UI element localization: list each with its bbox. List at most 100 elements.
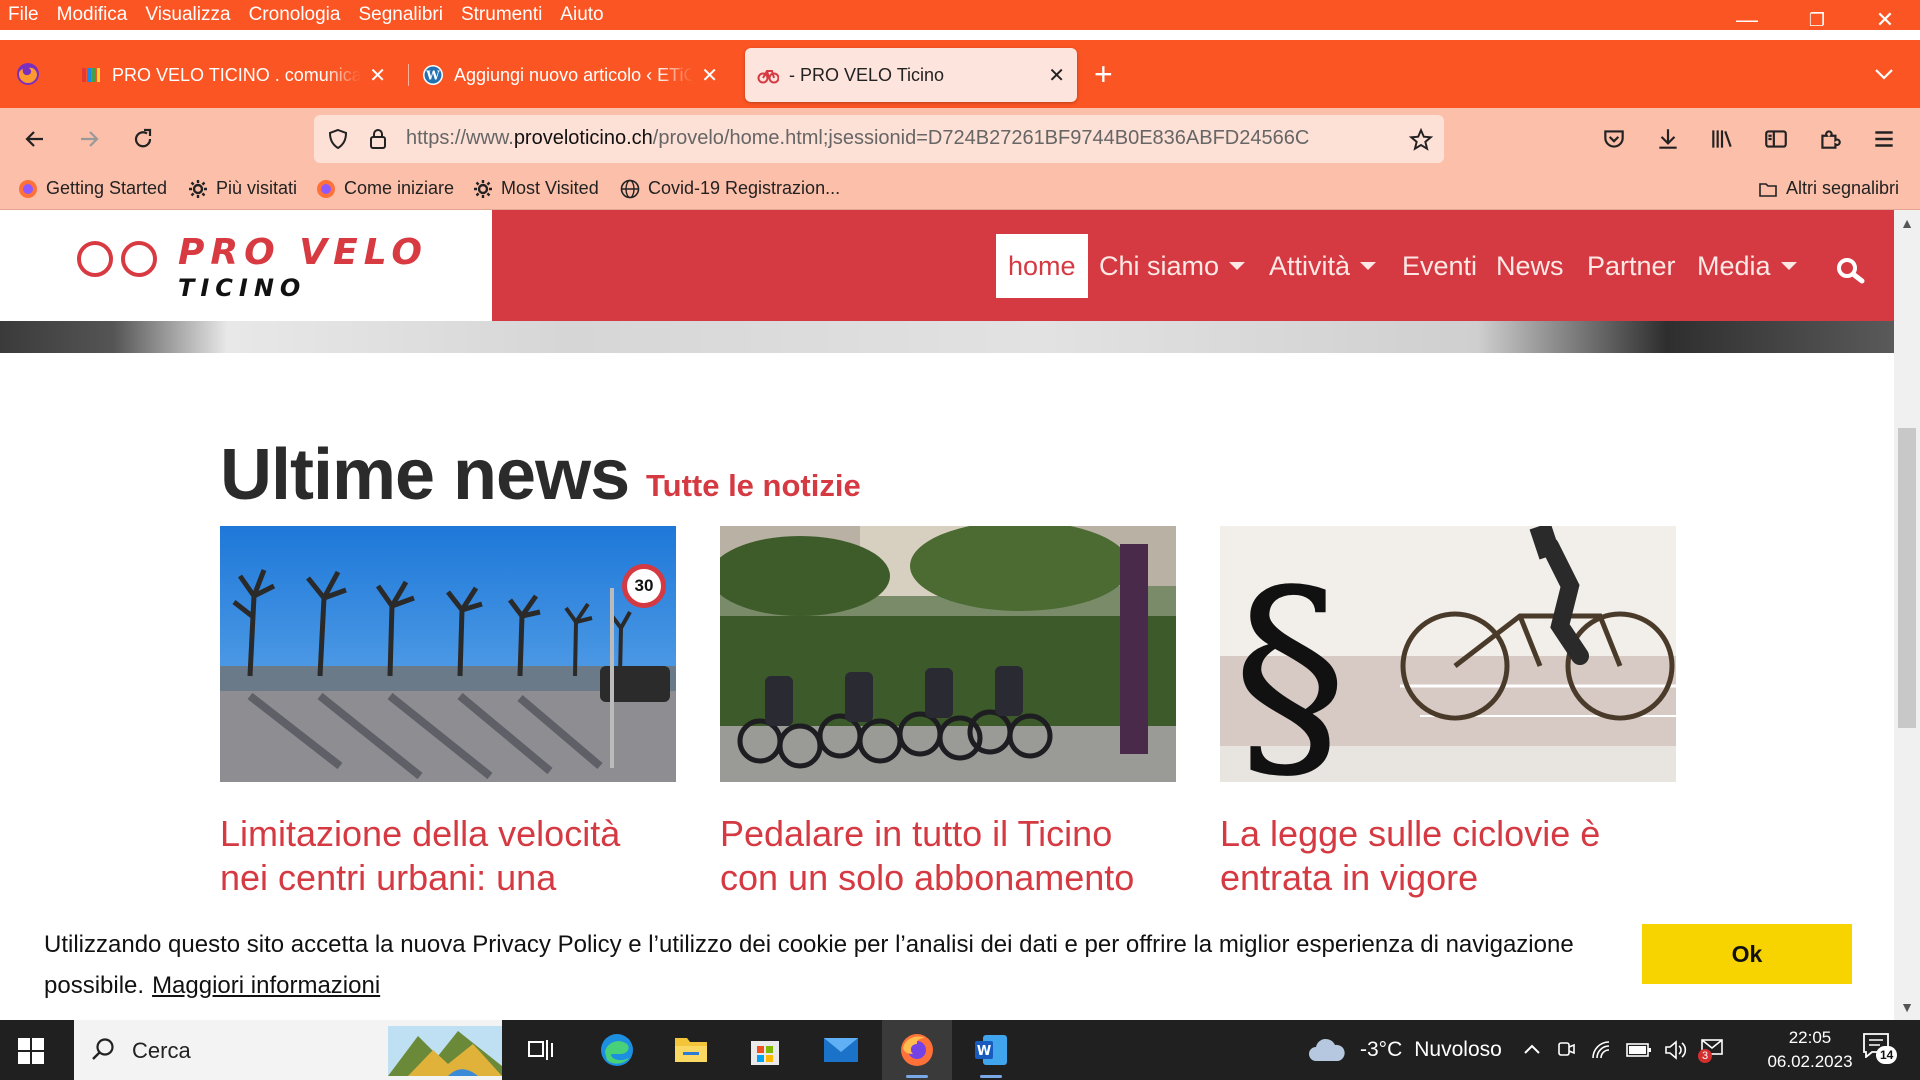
taskbar-mail[interactable] <box>806 1020 876 1080</box>
menu-file[interactable]: File <box>8 4 39 26</box>
bookmark-piu-visitati[interactable]: Più visitati <box>188 178 297 199</box>
volume-icon[interactable] <box>1664 1039 1688 1061</box>
extensions-icon[interactable] <box>1817 126 1843 152</box>
taskbar-edge[interactable] <box>582 1020 652 1080</box>
page-scrollbar[interactable]: ▲ ▼ <box>1894 210 1920 1020</box>
svg-text:W: W <box>425 69 440 83</box>
mail-badge: 3 <box>1698 1049 1713 1063</box>
forward-button[interactable] <box>72 122 106 156</box>
close-window-button[interactable]: ✕ <box>1850 0 1920 40</box>
shield-icon[interactable] <box>326 127 350 151</box>
menu-strumenti[interactable]: Strumenti <box>461 4 542 26</box>
scroll-up-icon[interactable]: ▲ <box>1894 210 1920 236</box>
hamburger-menu-icon[interactable] <box>1871 126 1897 152</box>
notification-center[interactable]: 14 <box>1862 1020 1898 1080</box>
weather-widget[interactable]: -3°C Nuvoloso <box>1308 1020 1502 1080</box>
clock[interactable]: 22:05 06.02.2023 <box>1760 1026 1860 1074</box>
bookmark-most-visited[interactable]: Most Visited <box>473 178 599 199</box>
lakeside-trees-photo[interactable]: 30 <box>220 526 676 782</box>
chevron-down-icon[interactable] <box>1872 62 1896 86</box>
menu-aiuto[interactable]: Aiuto <box>560 4 603 26</box>
paragraph-cyclist-photo[interactable]: § <box>1220 526 1676 782</box>
news-card[interactable]: Pedalare in tutto il Ticino con un solo … <box>720 526 1176 900</box>
scroll-thumb[interactable] <box>1898 428 1916 728</box>
task-view-button[interactable] <box>506 1020 576 1080</box>
tab-close-icon[interactable]: ✕ <box>701 63 718 88</box>
search-highlight-illustration <box>388 1026 502 1076</box>
battery-icon[interactable] <box>1626 1041 1652 1059</box>
taskbar-file-explorer[interactable] <box>656 1020 726 1080</box>
mail-tray-icon[interactable]: 3 <box>1698 1037 1726 1063</box>
web-page: PRO VELO TICINO home Chi siamo Attività … <box>0 210 1894 1020</box>
sidebar-icon[interactable] <box>1763 126 1789 152</box>
menu-visualizza[interactable]: Visualizza <box>145 4 230 26</box>
bookmark-covid-registrazione[interactable]: Covid-19 Registrazion... <box>620 178 840 199</box>
back-button[interactable] <box>18 122 52 156</box>
nav-eventi[interactable]: Eventi <box>1402 234 1477 298</box>
news-card-title[interactable]: La legge sulle ciclovie è entrata in vig… <box>1220 812 1676 900</box>
nav-media[interactable]: Media <box>1697 234 1797 298</box>
scroll-down-icon[interactable]: ▼ <box>1894 994 1920 1020</box>
tab-provelo-ticino[interactable]: - PRO VELO Ticino ✕ <box>745 48 1077 102</box>
task-view-icon <box>528 1040 553 1060</box>
cookie-more-info-link[interactable]: Maggiori informazioni <box>152 972 380 999</box>
taskbar-search-box[interactable]: Cerca <box>74 1020 502 1080</box>
site-logo[interactable]: PRO VELO TICINO <box>0 210 492 321</box>
library-icon[interactable] <box>1709 126 1735 152</box>
other-bookmarks[interactable]: Altri segnalibri <box>1758 178 1899 199</box>
news-card[interactable]: 30 Limitazione della velocità nei centri… <box>220 526 676 900</box>
taskbar-word[interactable]: W <box>956 1020 1026 1080</box>
url-text[interactable]: https://www.proveloticino.ch/provelo/hom… <box>406 127 1309 150</box>
menu-segnalibri[interactable]: Segnalibri <box>358 4 443 26</box>
news-card-title[interactable]: Pedalare in tutto il Ticino con un solo … <box>720 812 1176 900</box>
firefox-view-icon[interactable] <box>14 60 42 88</box>
all-news-link[interactable]: Tutte le notizie <box>646 468 861 504</box>
weather-temp: -3°C <box>1360 1038 1403 1061</box>
tray-icons: 3 <box>1522 1020 1726 1080</box>
address-bar[interactable]: https://www.proveloticino.ch/provelo/hom… <box>314 115 1444 163</box>
bookmark-come-iniziare[interactable]: Come iniziare <box>316 178 454 199</box>
notification-count: 14 <box>1876 1046 1898 1064</box>
minimize-button[interactable]: — <box>1712 0 1782 40</box>
nav-attivita[interactable]: Attività <box>1269 234 1377 298</box>
new-tab-button[interactable]: + <box>1094 58 1113 90</box>
site-header: PRO VELO TICINO home Chi siamo Attività … <box>0 210 1894 321</box>
news-heading: Ultime news <box>220 435 630 515</box>
menu-bar: File Modifica Visualizza Cronologia Segn… <box>0 0 1920 30</box>
taskbar-search-placeholder: Cerca <box>132 1038 191 1063</box>
lock-icon[interactable] <box>366 127 390 151</box>
search-icon[interactable] <box>1834 255 1866 287</box>
menu-modifica[interactable]: Modifica <box>57 4 128 26</box>
bike-icon <box>757 70 779 84</box>
tab-provelo-comunicato[interactable]: PRO VELO TICINO . comunicato ✕ <box>68 48 398 102</box>
bookmark-getting-started[interactable]: Getting Started <box>18 178 167 199</box>
bike-sharing-station-photo[interactable] <box>720 526 1176 782</box>
cookie-ok-button[interactable]: Ok <box>1642 924 1852 984</box>
menu-cronologia[interactable]: Cronologia <box>249 4 341 26</box>
nav-news[interactable]: News <box>1496 234 1564 298</box>
reload-button[interactable] <box>126 122 160 156</box>
clock-date: 06.02.2023 <box>1767 1052 1853 1071</box>
meet-now-icon[interactable] <box>1556 1039 1576 1061</box>
clock-time: 22:05 <box>1788 1028 1832 1047</box>
star-icon[interactable] <box>1408 127 1434 153</box>
windows-start-icon[interactable] <box>18 1038 44 1064</box>
speed-limit-sign: 30 <box>622 564 666 608</box>
tab-close-icon[interactable]: ✕ <box>1048 63 1065 88</box>
tab-aggiungi-articolo[interactable]: W Aggiungi nuovo articolo ‹ ETiCi ✕ <box>410 48 730 102</box>
wifi-icon[interactable] <box>1590 1039 1612 1061</box>
nav-chi-siamo[interactable]: Chi siamo <box>1099 234 1246 298</box>
news-card-title[interactable]: Limitazione della velocità nei centri ur… <box>220 812 676 900</box>
nav-partner[interactable]: Partner <box>1587 234 1676 298</box>
restore-button[interactable]: ❐ <box>1782 0 1852 40</box>
download-icon[interactable] <box>1655 126 1681 152</box>
chevron-up-icon[interactable] <box>1522 1040 1542 1060</box>
taskbar-store[interactable] <box>730 1020 800 1080</box>
tab-close-icon[interactable]: ✕ <box>369 63 386 88</box>
cloud-icon <box>1309 1038 1345 1061</box>
news-card[interactable]: § La legge sulle ciclovie è entrata in v… <box>1220 526 1676 900</box>
pocket-icon[interactable] <box>1601 126 1627 152</box>
folder-icon <box>675 1038 707 1062</box>
taskbar-firefox[interactable] <box>882 1020 952 1080</box>
nav-home[interactable]: home <box>996 234 1088 298</box>
